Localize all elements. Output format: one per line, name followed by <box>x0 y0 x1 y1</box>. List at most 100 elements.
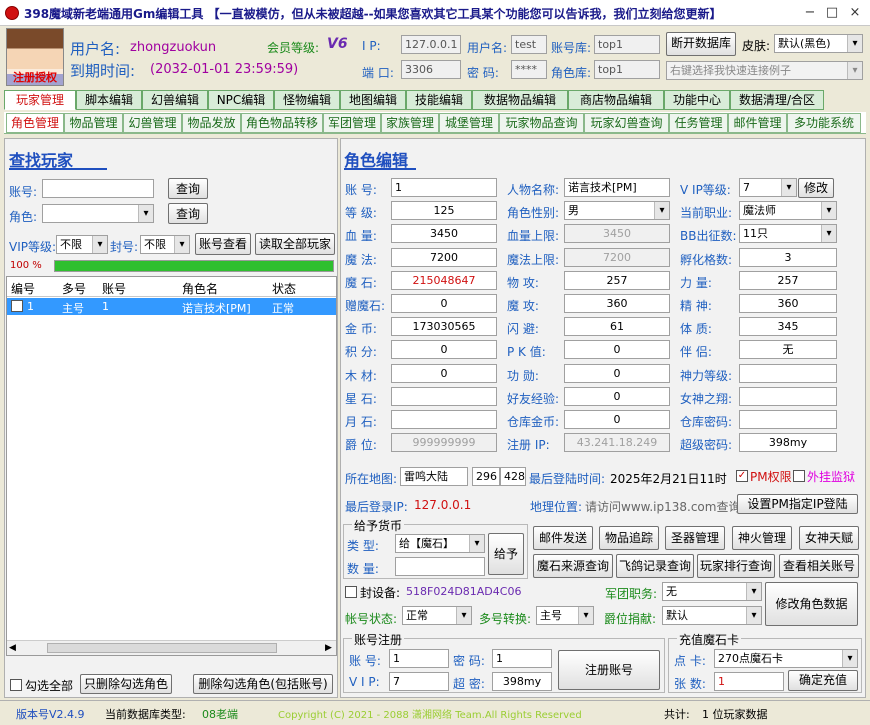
stat-field-col2-5[interactable]: 360 <box>564 294 670 313</box>
currency-type-select[interactable]: 给【魔石】 <box>395 534 485 553</box>
subtab-family-management[interactable]: 家族管理 <box>381 113 439 133</box>
stat-field-col2-8[interactable]: 0 <box>564 363 670 383</box>
stat-field-col2-0[interactable]: 诺言技术[PM] <box>564 178 670 197</box>
geo-location-value[interactable]: 请访问www.ip138.com查询 <box>585 498 740 515</box>
stat-field-col2-6[interactable]: 61 <box>564 317 670 337</box>
stat-field-col2-11[interactable]: 43.241.18.249 <box>564 433 670 453</box>
subtab-role-item-transfer[interactable]: 角色物品转移 <box>241 113 323 133</box>
stat-field-col1-11[interactable]: 999999999 <box>391 433 497 453</box>
stat-field-col1-6[interactable]: 173030565 <box>391 317 497 337</box>
stat-field-col2-4[interactable]: 257 <box>564 270 670 290</box>
subtab-player-pet-query[interactable]: 玩家幻兽查询 <box>584 113 669 133</box>
currency-qty-input[interactable] <box>395 557 485 576</box>
vip-level-select[interactable]: 不限 <box>56 235 108 254</box>
tab-npc-edit[interactable]: NPC编辑 <box>208 90 274 110</box>
item-tracking-button[interactable]: 物品追踪 <box>599 526 659 550</box>
multi-convert-select[interactable]: 主号 <box>536 606 594 625</box>
db-user-field[interactable]: test <box>511 35 547 54</box>
scroll-right-icon[interactable]: ▶ <box>325 643 332 653</box>
account-view-button[interactable]: 账号查看 <box>195 233 251 255</box>
db-pass-field[interactable]: **** <box>511 60 547 79</box>
give-currency-button[interactable]: 给予 <box>488 533 524 575</box>
stat-field-col3-3[interactable]: 3 <box>739 247 837 267</box>
plugin-jail-checkbox[interactable] <box>793 470 805 482</box>
stat-field-col1-2[interactable]: 3450 <box>391 224 497 244</box>
find-role-select[interactable] <box>42 204 154 223</box>
tab-data-cleanup[interactable]: 数据清理/合区 <box>730 90 824 110</box>
tab-script-edit[interactable]: 脚本编辑 <box>76 90 142 110</box>
set-pm-ip-button[interactable]: 设置PM指定IP登陆 <box>737 494 858 514</box>
stat-field-col3-6[interactable]: 345 <box>739 317 837 337</box>
stat-field-col1-1[interactable]: 125 <box>391 201 497 221</box>
ban-device-checkbox[interactable] <box>345 586 357 598</box>
tab-monster-edit[interactable]: 怪物编辑 <box>274 90 340 110</box>
stat-field-col2-7[interactable]: 0 <box>564 340 670 360</box>
subtab-role-management[interactable]: 角色管理 <box>6 113 64 133</box>
tab-shop-item-edit[interactable]: 商店物品编辑 <box>568 90 664 110</box>
reg-super-pwd-input[interactable]: 398my <box>492 672 552 691</box>
related-accounts-button[interactable]: 查看相关账号 <box>779 554 859 578</box>
stat-field-col3-1[interactable]: 魔法师 <box>739 201 837 221</box>
port-field[interactable]: 3306 <box>401 60 461 79</box>
recharge-count-input[interactable]: 1 <box>714 672 784 691</box>
stat-field-col2-9[interactable]: 0 <box>564 386 670 406</box>
ban-select[interactable]: 不限 <box>140 235 190 254</box>
tab-function-center[interactable]: 功能中心 <box>664 90 730 110</box>
subtab-pet-management[interactable]: 幻兽管理 <box>123 113 182 133</box>
recharge-card-select[interactable]: 270点魔石卡 <box>714 649 858 668</box>
title-donate-select[interactable]: 默认 <box>662 606 762 625</box>
tab-player-management[interactable]: 玩家管理 <box>4 90 76 110</box>
account-state-select[interactable]: 正常 <box>402 606 472 625</box>
read-all-players-button[interactable]: 读取全部玩家 <box>255 233 335 255</box>
map-x-field[interactable]: 296 <box>472 467 500 486</box>
tab-skill-edit[interactable]: 技能编辑 <box>406 90 472 110</box>
divine-fire-button[interactable]: 神火管理 <box>732 526 792 550</box>
register-account-button[interactable]: 注册账号 <box>558 650 660 690</box>
holy-artifact-button[interactable]: 圣器管理 <box>665 526 725 550</box>
scroll-left-icon[interactable]: ◀ <box>9 643 16 653</box>
corps-position-select[interactable]: 无 <box>662 582 762 601</box>
magic-stone-source-button[interactable]: 魔石来源查询 <box>533 554 613 578</box>
player-rank-button[interactable]: 玩家排行查询 <box>697 554 775 578</box>
stat-field-col1-4[interactable]: 215048647 <box>391 270 497 290</box>
subtab-mail-management[interactable]: 邮件管理 <box>728 113 787 133</box>
close-button[interactable]: × <box>845 4 865 22</box>
stat-field-col3-5[interactable]: 360 <box>739 294 837 313</box>
subtab-castle-management[interactable]: 城堡管理 <box>439 113 499 133</box>
tab-map-edit[interactable]: 地图编辑 <box>340 90 406 110</box>
scrollbar-thumb[interactable] <box>47 643 277 653</box>
stat-field-col3-9[interactable] <box>739 386 837 406</box>
ip-field[interactable]: 127.0.0.1 <box>401 35 461 54</box>
stat-field-col2-2[interactable]: 3450 <box>564 224 670 244</box>
query-account-button[interactable]: 查询 <box>168 178 208 199</box>
reg-vip-input[interactable]: 7 <box>389 672 449 691</box>
stat-field-col3-4[interactable]: 257 <box>739 270 837 290</box>
save-role-data-button[interactable]: 修改角色数据 <box>765 582 858 626</box>
delete-checked-all-button[interactable]: 删除勾选角色(包括账号) <box>193 674 333 694</box>
subtab-task-management[interactable]: 任务管理 <box>669 113 728 133</box>
minimize-button[interactable]: − <box>800 4 820 22</box>
stat-field-col1-7[interactable]: 0 <box>391 340 497 360</box>
maximize-button[interactable]: □ <box>822 4 842 22</box>
quick-connect-select[interactable]: 右键选择我快速连接例子 <box>666 61 863 80</box>
subtab-corps-management[interactable]: 军团管理 <box>323 113 381 133</box>
stat-field-col1-0[interactable]: 1 <box>391 178 497 197</box>
pm-permission-checkbox[interactable]: ✓ <box>736 470 748 482</box>
col-header-role[interactable]: 角色名 <box>182 280 218 297</box>
reg-account-input[interactable]: 1 <box>389 649 449 668</box>
player-grid[interactable]: 编号 多号 账号 角色名 状态 1 主号 1 诺言技术[PM] 正常 ◀ ▶ <box>6 276 337 656</box>
col-header-status[interactable]: 状态 <box>272 280 296 297</box>
find-account-input[interactable] <box>42 179 154 198</box>
stat-field-col1-9[interactable] <box>391 386 497 406</box>
stat-field-col3-11[interactable]: 398my <box>739 433 837 453</box>
stat-field-col1-3[interactable]: 7200 <box>391 247 497 267</box>
stat-field-col3-0[interactable]: 7 <box>739 178 797 197</box>
subtab-multi-system[interactable]: 多功能系统 <box>787 113 861 133</box>
stat-field-col2-1[interactable]: 男 <box>564 201 670 221</box>
horizontal-scrollbar[interactable]: ◀ ▶ <box>7 640 336 655</box>
stat-field-col3-8[interactable] <box>739 363 837 383</box>
stat-field-col3-7[interactable]: 无 <box>739 340 837 360</box>
tab-item-data-edit[interactable]: 数据物品编辑 <box>472 90 568 110</box>
goddess-talent-button[interactable]: 女神天赋 <box>799 526 859 550</box>
subtab-item-distribute[interactable]: 物品发放 <box>182 113 241 133</box>
